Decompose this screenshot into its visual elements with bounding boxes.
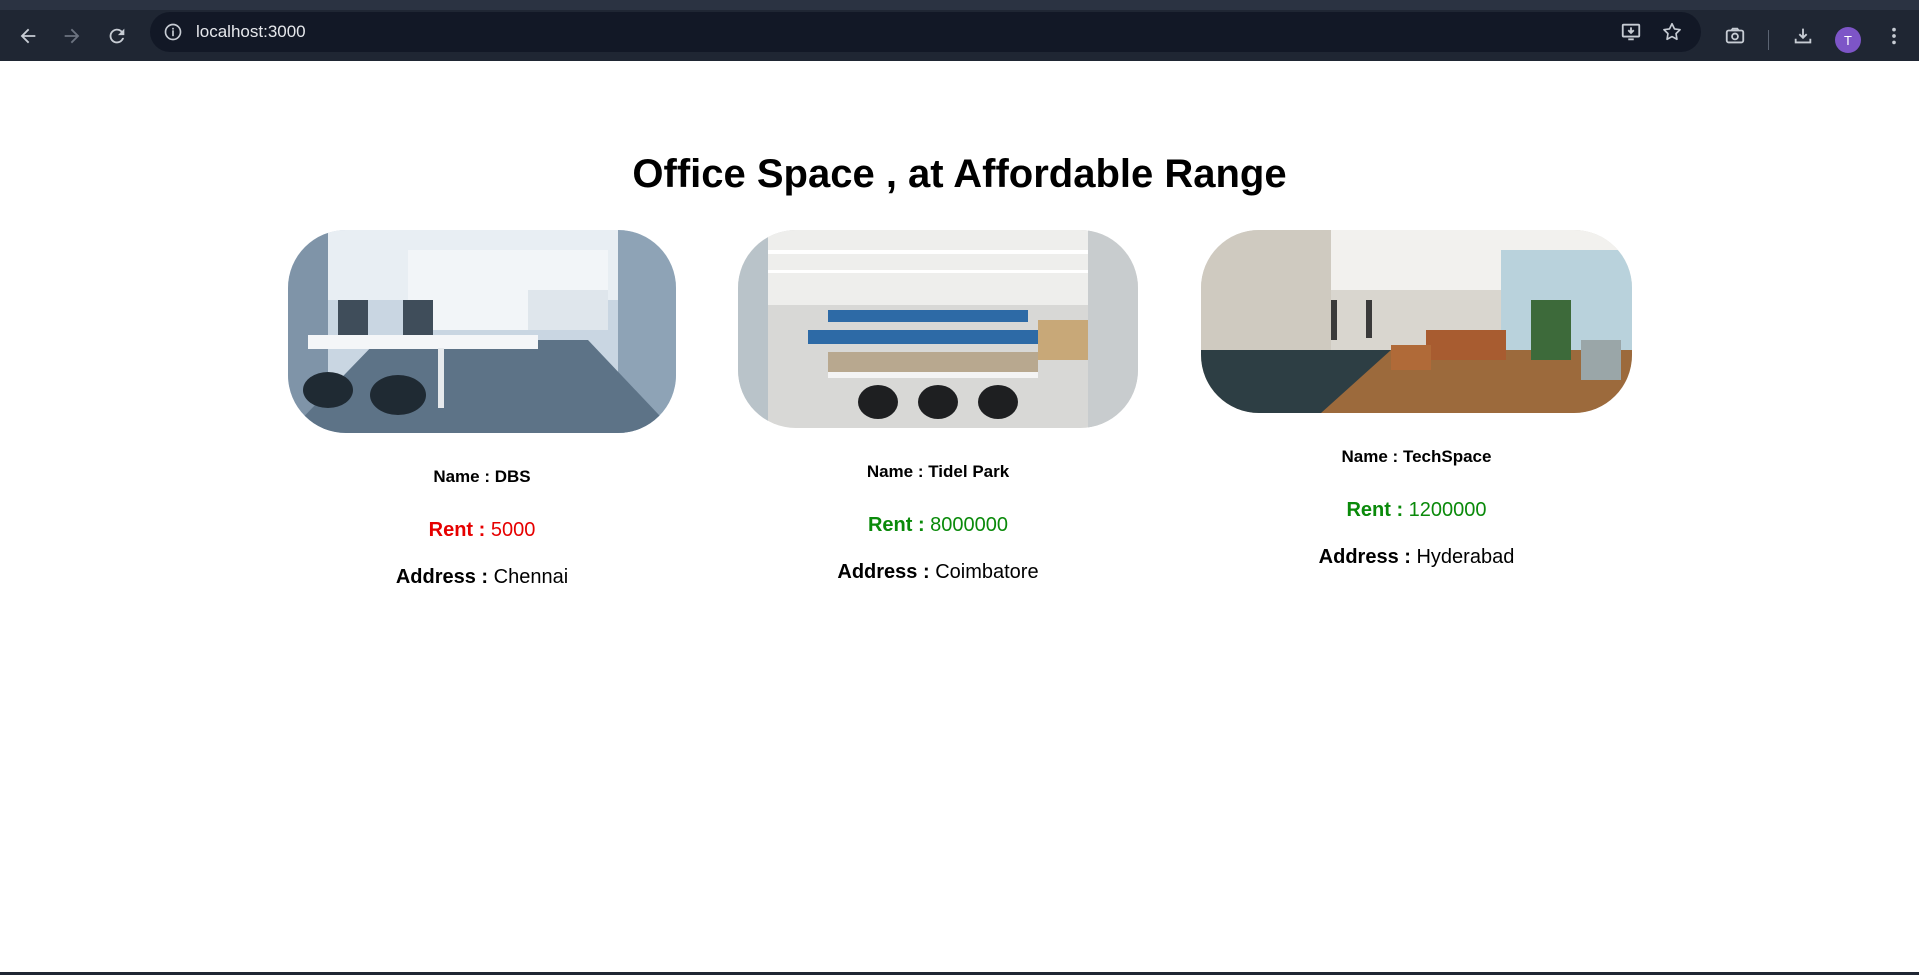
office-name: Name : TechSpace	[1341, 447, 1492, 466]
address-bar[interactable]	[150, 12, 1701, 52]
office-rent: Rent : 8000000	[867, 514, 1009, 536]
downloads-icon[interactable]	[1785, 18, 1821, 54]
office-address: Address : Chennai	[395, 566, 569, 588]
url-input[interactable]	[196, 22, 796, 42]
site-info-icon[interactable]	[160, 19, 186, 45]
office-card: Name : Tidel Park Rent : 8000000 Address…	[738, 230, 1138, 600]
office-card: Name : TechSpace Rent : 1200000 Address …	[1201, 230, 1632, 590]
bookmark-star-icon[interactable]	[1658, 18, 1686, 46]
forward-button[interactable]	[54, 18, 90, 54]
toolbar-divider	[1768, 30, 1769, 50]
screenshot-camera-icon[interactable]	[1717, 18, 1753, 54]
office-address: Address : Coimbatore	[837, 561, 1039, 583]
arrow-right-icon	[64, 28, 80, 44]
back-button[interactable]	[10, 18, 46, 54]
office-name: Name : DBS	[433, 467, 531, 486]
menu-kebab-icon[interactable]	[1876, 18, 1912, 54]
office-name: Name : Tidel Park	[866, 462, 1010, 481]
reload-icon	[109, 28, 125, 44]
install-app-icon[interactable]	[1617, 18, 1645, 46]
arrow-left-icon	[20, 28, 36, 44]
office-rent: Rent : 5000	[428, 519, 536, 541]
office-photo	[1201, 230, 1632, 413]
office-card: Name : DBS Rent : 5000 Address : Chennai	[288, 230, 676, 600]
office-photo	[288, 230, 676, 433]
office-photo	[738, 230, 1138, 428]
page-title: Office Space , at Affordable Range	[632, 152, 1287, 196]
office-address: Address : Hyderabad	[1318, 546, 1515, 568]
office-rent: Rent : 1200000	[1346, 499, 1487, 521]
profile-avatar[interactable]: T	[1835, 27, 1861, 53]
browser-toolbar: T	[0, 0, 1919, 61]
reload-button[interactable]	[99, 18, 135, 54]
